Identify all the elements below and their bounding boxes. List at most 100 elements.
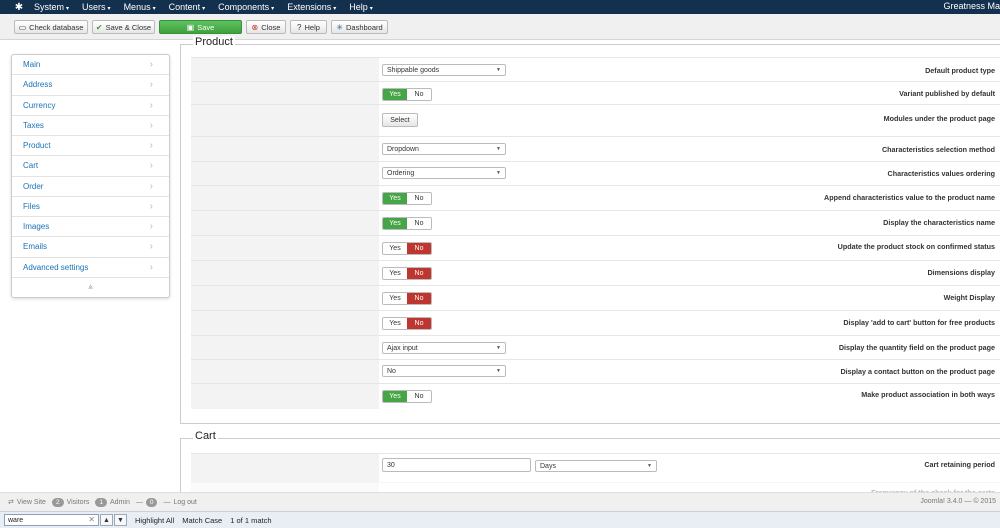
yes-option[interactable]: Yes	[383, 193, 407, 204]
clear-icon[interactable]: ✕	[88, 515, 95, 524]
yes-option[interactable]: Yes	[383, 318, 407, 329]
menu-menus[interactable]: Menus ▾	[124, 2, 156, 12]
yes-option[interactable]: Yes	[383, 243, 407, 254]
update-stock-toggle: Yes No	[382, 242, 432, 255]
sidebar-item-main[interactable]: Main ›	[12, 55, 169, 76]
quantity-field-select[interactable]: Ajax input ▼	[382, 342, 506, 354]
sidebar-item-order[interactable]: Order ›	[12, 177, 169, 197]
no-option[interactable]: No	[407, 89, 431, 100]
caret-down-icon: ▾	[152, 6, 156, 12]
sidebar-item-files[interactable]: Files ›	[12, 197, 169, 217]
sidebar-item-images[interactable]: Images ›	[12, 217, 169, 238]
messages-indicator[interactable]: —0	[136, 497, 158, 507]
product-association-toggle: Yes No	[382, 390, 432, 403]
dashboard-button[interactable]: ✳ Dashboard	[331, 20, 388, 34]
save-button[interactable]: ▣ Save	[159, 20, 242, 34]
no-option[interactable]: No	[407, 318, 431, 329]
chevron-right-icon: ›	[149, 160, 153, 172]
caret-down-icon: ▾	[333, 6, 337, 12]
database-icon: ▭	[18, 22, 27, 32]
view-site-link[interactable]: ⇄ View Site	[8, 498, 46, 507]
version-text: Joomla! 3.4.0 — © 2015	[920, 498, 996, 505]
menu-components[interactable]: Components ▾	[218, 2, 274, 12]
yes-option[interactable]: Yes	[383, 293, 407, 304]
row-update-stock: Update the product stock on confirmed st…	[191, 235, 1000, 260]
sidebar-collapse-toggle[interactable]: ⩓	[12, 278, 169, 296]
dropdown-arrow-icon: ▼	[496, 368, 501, 374]
sidebar-item-emails[interactable]: Emails ›	[12, 237, 169, 258]
sidebar-item-taxes[interactable]: Taxes ›	[12, 116, 169, 136]
row-display-characteristics-name: Display the characteristics name Yes No	[191, 210, 1000, 235]
toolbar: ▭ Check database ✔ Save & Close ▣ Save ⊗ Clo…	[0, 14, 1000, 40]
cart-retaining-input[interactable]: 30	[382, 458, 531, 472]
weight-display-toggle: Yes No	[382, 292, 432, 305]
check-database-button[interactable]: ▭ Check database	[14, 20, 88, 34]
help-button[interactable]: ? Help	[290, 20, 327, 34]
row-dimensions-display: Dimensions display Yes No	[191, 260, 1000, 285]
characteristics-ordering-select[interactable]: Ordering ▼	[382, 167, 506, 179]
match-case-toggle[interactable]: Match Case	[182, 516, 222, 525]
highlight-all-toggle[interactable]: Highlight All	[135, 516, 174, 525]
external-link-icon: ⇄	[8, 499, 14, 506]
modules-select-button[interactable]: Select	[382, 113, 418, 127]
chevron-right-icon: ›	[149, 221, 153, 232]
save-icon: ▣	[186, 22, 195, 32]
dropdown-arrow-icon: ▼	[496, 146, 501, 152]
yes-option[interactable]: Yes	[383, 268, 407, 279]
row-add-to-cart-free: Display 'add to cart' button for free pr…	[191, 310, 1000, 335]
yes-option[interactable]: Yes	[383, 218, 407, 229]
admin-status-bar: ⇄ View Site 2 Visitors 1 Admin —0 — Log out …	[0, 492, 1000, 511]
site-name-link[interactable]: Greatness Ma	[943, 1, 1000, 11]
find-previous-button[interactable]: ▲	[100, 514, 113, 526]
append-characteristics-toggle: Yes No	[382, 192, 432, 205]
sidebar-item-currency[interactable]: Currency ›	[12, 96, 169, 116]
find-next-button[interactable]: ▼	[114, 514, 127, 526]
no-option[interactable]: No	[407, 193, 431, 204]
admin-indicator[interactable]: 1 Admin	[95, 497, 130, 507]
dimensions-display-toggle: Yes No	[382, 267, 432, 280]
no-option[interactable]: No	[407, 391, 431, 402]
dropdown-arrow-icon: ▼	[496, 67, 501, 73]
no-option[interactable]: No	[407, 243, 431, 254]
sidebar-item-address[interactable]: Address ›	[12, 75, 169, 96]
caret-down-icon: ▾	[369, 6, 373, 12]
row-characteristics-ordering: Characteristics values ordering Ordering…	[191, 161, 1000, 185]
yes-option[interactable]: Yes	[383, 391, 407, 402]
dropdown-arrow-icon: ▼	[647, 463, 652, 469]
chevron-right-icon: ›	[149, 59, 153, 70]
visitors-indicator[interactable]: 2 Visitors	[51, 497, 89, 507]
cart-retaining-unit-select[interactable]: Days ▼	[535, 460, 657, 472]
row-append-characteristics: Append characteristics value to the prod…	[191, 185, 1000, 210]
default-product-type-select[interactable]: Shippable goods ▼	[382, 64, 506, 76]
chevron-right-icon: ›	[149, 140, 153, 151]
chevron-right-icon: ›	[149, 200, 153, 212]
no-option[interactable]: No	[407, 293, 431, 304]
sidebar-item-cart[interactable]: Cart ›	[12, 156, 169, 177]
characteristics-method-select[interactable]: Dropdown ▼	[382, 143, 506, 155]
no-option[interactable]: No	[407, 268, 431, 279]
dropdown-arrow-icon: ▼	[496, 345, 501, 351]
contact-button-select[interactable]: No ▼	[382, 365, 506, 377]
save-close-button[interactable]: ✔ Save & Close	[92, 20, 155, 34]
sidebar-item-product[interactable]: Product ›	[12, 136, 169, 157]
joomla-logo-icon[interactable]: ✱	[12, 0, 26, 14]
menu-extensions[interactable]: Extensions ▾	[287, 2, 336, 12]
menu-users[interactable]: Users ▾	[82, 2, 111, 12]
chevron-right-icon: ›	[149, 99, 153, 111]
display-characteristics-name-toggle: Yes No	[382, 217, 432, 230]
no-option[interactable]: No	[407, 218, 431, 229]
caret-down-icon: ▾	[107, 6, 111, 12]
logout-link[interactable]: — Log out	[163, 499, 196, 506]
row-modules-under-product: Modules under the product page Select	[191, 104, 1000, 136]
yes-option[interactable]: Yes	[383, 89, 407, 100]
close-button[interactable]: ⊗ Close	[246, 20, 286, 34]
help-icon: ?	[297, 22, 302, 32]
menu-help[interactable]: Help ▾	[349, 2, 373, 12]
collapse-up-icon: ⩓	[88, 281, 93, 291]
sidebar-item-advanced-settings[interactable]: Advanced settings ›	[12, 258, 169, 278]
find-input[interactable]: ware ✕	[4, 514, 99, 526]
find-result-count: 1 of 1 match	[230, 515, 272, 525]
menu-system[interactable]: System ▾	[34, 2, 69, 12]
dropdown-arrow-icon: ▼	[496, 170, 501, 176]
menu-content[interactable]: Content ▾	[169, 2, 206, 12]
